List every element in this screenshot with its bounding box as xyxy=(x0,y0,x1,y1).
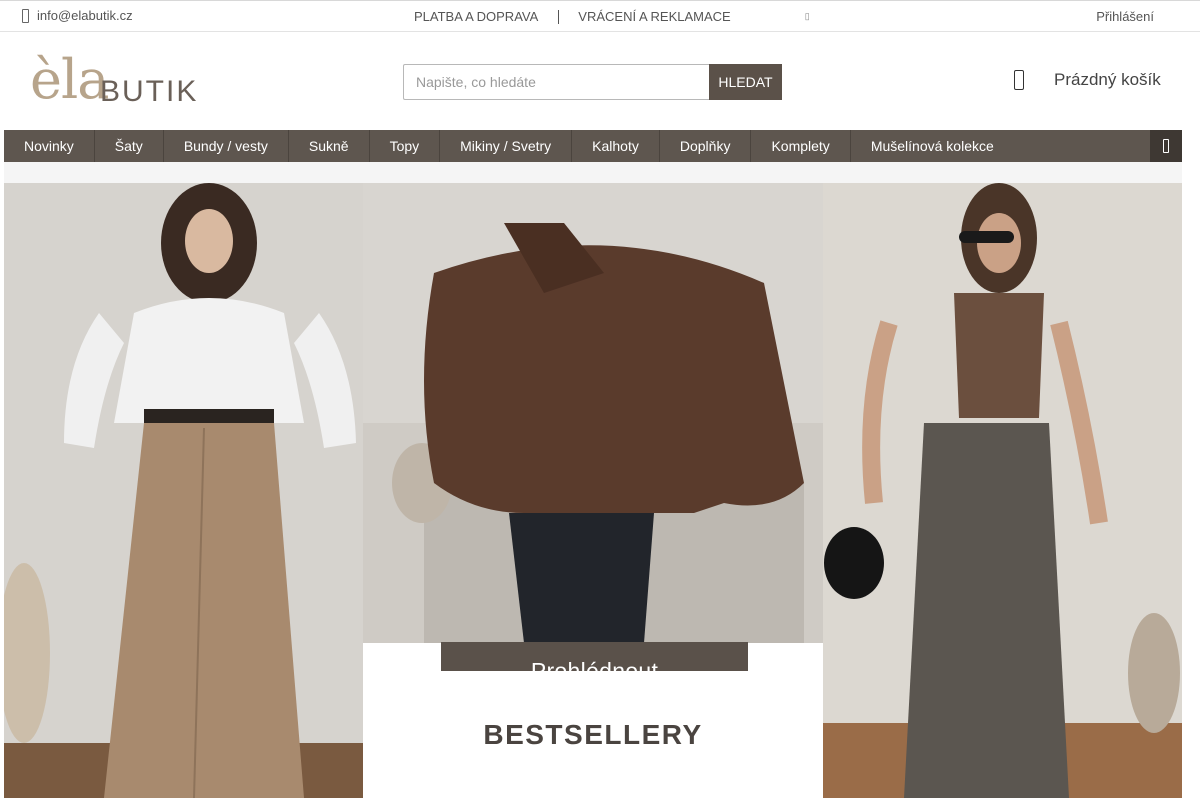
cart-icon xyxy=(1014,70,1024,90)
nav-item-doplnky[interactable]: Doplňky xyxy=(660,130,752,162)
nav-item-topy[interactable]: Topy xyxy=(370,130,441,162)
search-form: HLEDAT xyxy=(403,64,782,100)
header: èla BUTIK HLEDAT Prázdný košík xyxy=(0,32,1200,130)
nav-item-mikiny-svetry[interactable]: Mikiny / Svetry xyxy=(440,130,573,162)
contact-email[interactable]: info@elabutik.cz xyxy=(22,8,133,23)
link-payment-shipping[interactable]: PLATBA A DOPRAVA xyxy=(414,9,538,24)
search-input[interactable] xyxy=(403,64,709,100)
nav-spacer xyxy=(4,162,1182,183)
bestsellers-title: BESTSELLERY xyxy=(483,719,703,750)
search-button[interactable]: HLEDAT xyxy=(709,64,782,100)
nav-item-novinky[interactable]: Novinky xyxy=(4,130,95,162)
nav-item-bundy-vesty[interactable]: Bundy / vesty xyxy=(164,130,289,162)
more-icon[interactable]: ▯ xyxy=(805,11,810,22)
mail-icon xyxy=(22,8,29,23)
top-bar: info@elabutik.cz PLATBA A DOPRAVA VRÁCEN… xyxy=(0,0,1200,32)
nav-item-muselinova-kolekce[interactable]: Mušelínová kolekce xyxy=(851,130,1014,162)
logo-butik: BUTIK xyxy=(100,75,199,108)
cart-label: Prázdný košík xyxy=(1054,70,1161,89)
menu-icon xyxy=(1163,139,1169,153)
nav-item-sukne[interactable]: Sukně xyxy=(289,130,370,162)
cart[interactable]: Prázdný košík xyxy=(1014,70,1161,90)
main-nav: Novinky Šaty Bundy / vesty Sukně Topy Mi… xyxy=(4,130,1182,162)
menu-button[interactable] xyxy=(1150,130,1182,162)
bestsellers-caption-box: BESTSELLERY xyxy=(421,671,765,798)
logo-ela: èla xyxy=(30,48,109,111)
nav-item-saty[interactable]: Šaty xyxy=(95,130,164,162)
top-links: PLATBA A DOPRAVA VRÁCENÍ A REKLAMACE ▯ xyxy=(414,9,810,24)
hero-banner[interactable]: Prohlédnout BESTSELLERY xyxy=(4,183,1182,798)
nav-item-kalhoty[interactable]: Kalhoty xyxy=(572,130,660,162)
divider xyxy=(558,9,560,24)
contact-email-text: info@elabutik.cz xyxy=(37,8,133,23)
link-returns[interactable]: VRÁCENÍ A REKLAMACE xyxy=(578,9,730,24)
nav-item-komplety[interactable]: Komplety xyxy=(751,130,851,162)
login-link[interactable]: Přihlášení xyxy=(1096,9,1154,24)
logo[interactable]: èla BUTIK xyxy=(30,48,196,111)
